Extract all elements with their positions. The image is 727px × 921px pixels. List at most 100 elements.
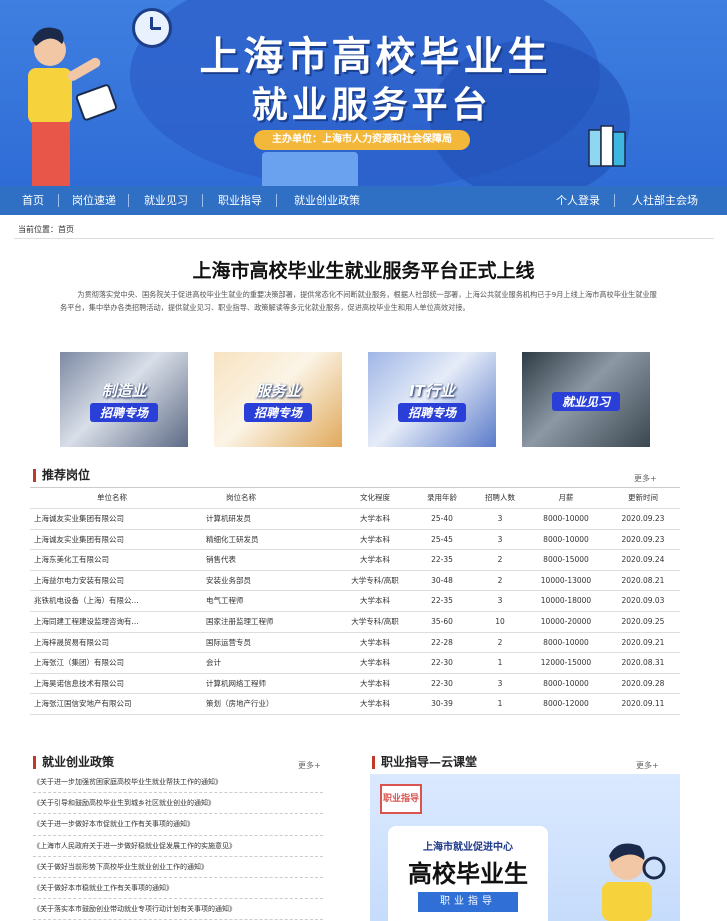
nav-divider [58, 194, 59, 207]
table-cell: 策划（房地产行业） [206, 699, 274, 709]
table-cell: 上海张江（集团）有限公司 [34, 658, 124, 668]
table-cell: 大学本科 [360, 637, 390, 647]
table-cell: 上海诚友实业集团有限公司 [34, 514, 124, 523]
policies-more-link[interactable]: 更多+ [298, 760, 321, 771]
column-header: 录用年龄 [427, 493, 457, 502]
table-cell: 2020.09.23 [621, 514, 665, 523]
nav-divider [276, 194, 277, 207]
column-header: 招聘人数 [485, 493, 515, 502]
table-cell: 电气工程师 [206, 596, 244, 606]
table-row[interactable]: 上海诚友实业集团有限公司 精细化工研发员 大学本科 25-45 3 8000-10000 2… [30, 530, 680, 551]
table-cell: 计算机研发员 [206, 514, 251, 523]
policy-list: 《关于进一步加强贫困家庭高校毕业生就业帮扶工作的通知》 《关于引导和鼓励高校毕业生… [33, 772, 323, 921]
table-row[interactable]: 上海益尔电力安装有限公司 安装业务部员 大学专科/高职 30-48 2 10000-130… [30, 571, 680, 592]
nav-divider [202, 194, 203, 207]
table-cell: 2020.09.21 [621, 637, 665, 647]
guidance-more-link[interactable]: 更多+ [636, 760, 659, 771]
table-row[interactable]: 上海同建工程建设监理咨询有... 国家注册监理工程师 大学专科/高职 35-60 10 1… [30, 612, 680, 633]
table-cell: 上海同建工程建设监理咨询有... [34, 616, 139, 626]
table-cell: 10000-20000 [540, 616, 592, 626]
table-cell: 10 [495, 616, 505, 626]
table-cell: 精细化工研发员 [206, 534, 259, 544]
policy-link[interactable]: 《关于进一步做好本市促就业工作有关事项的通知》 [33, 814, 323, 836]
table-cell: 2 [497, 575, 503, 585]
promo-card-label: IT行业 招聘专场 [378, 380, 486, 422]
table-cell: 3 [497, 514, 503, 523]
promo-card-service[interactable]: 服务业 招聘专场 [214, 352, 342, 447]
promo-card-internship[interactable]: 就业见习 [522, 352, 650, 447]
table-cell: 2020.09.28 [621, 678, 665, 688]
table-cell: 3 [497, 678, 503, 688]
table-cell: 1 [497, 658, 503, 668]
table-cell: 22-28 [431, 637, 453, 647]
nav-personal-login[interactable]: 个人登录 [556, 186, 600, 215]
table-row[interactable]: 上海诚友实业集团有限公司 计算机研发员 大学本科 25-40 3 8000-10000 20… [30, 509, 680, 530]
breadcrumb: 当前位置：首页 [18, 225, 74, 234]
table-cell: 兆铁机电设备（上海）有限公... [34, 596, 139, 606]
table-row[interactable]: 兆铁机电设备（上海）有限公... 电气工程师 大学本科 22-35 3 10000-180… [30, 591, 680, 612]
table-row[interactable]: 上海梓晟贸易有限公司 国际运营专员 大学本科 22-28 2 8000-10000 2020… [30, 633, 680, 654]
policy-link[interactable]: 《上海市人民政府关于进一步做好稳就业促发展工作的实施意见》 [33, 836, 323, 857]
table-cell: 大学本科 [360, 658, 390, 668]
table-cell: 8000-15000 [543, 555, 589, 565]
table-cell: 安装业务部员 [206, 575, 251, 585]
nav-career-guidance[interactable]: 职业指导 [218, 186, 262, 215]
table-row[interactable]: 上海东美化工有限公司 销售代表 大学本科 22-35 2 8000-15000 2020.0… [30, 550, 680, 571]
laptop-illustration [262, 152, 358, 186]
page-title: 上海市高校毕业生就业服务平台正式上线 [192, 260, 535, 282]
table-row[interactable]: 上海张江（集团）有限公司 会计 大学本科 22-30 1 12000-15000 2020.… [30, 653, 680, 674]
policy-link[interactable]: 《关于做好本市稳就业工作有关事项的通知》 [33, 878, 323, 900]
table-cell: 上海昊诺信息技术有限公司 [34, 678, 124, 688]
table-cell: 25-45 [431, 534, 453, 544]
table-cell: 35-60 [431, 616, 453, 626]
column-header: 月薪 [558, 493, 574, 502]
promo-card-subtitle: 招聘专场 [89, 403, 158, 422]
table-cell: 会计 [206, 658, 221, 668]
table-cell: 2 [497, 555, 503, 565]
table-cell: 3 [497, 596, 503, 606]
table-cell: 25-40 [431, 514, 453, 523]
policy-link[interactable]: 《关于进一步加强贫困家庭高校毕业生就业帮扶工作的通知》 [33, 772, 323, 794]
table-row[interactable]: 上海张江国信安地产有限公司 策划（房地产行业） 大学本科 30-39 1 8000-120… [30, 694, 680, 715]
policy-link[interactable]: 《关于引导和鼓励高校毕业生到城乡社区就业创业的通知》 [33, 793, 323, 815]
table-cell: 2020.09.23 [621, 534, 665, 544]
column-header: 更新时间 [628, 493, 658, 502]
table-cell: 计算机网络工程师 [206, 678, 266, 688]
career-guidance-logo: 职业指导 [380, 784, 422, 814]
promo-card-manufacturing[interactable]: 制造业 招聘专场 [60, 352, 188, 447]
section-title-career-guidance: 职业指导—云课堂 [372, 756, 477, 769]
table-cell: 2020.08.31 [621, 658, 665, 668]
table-cell: 上海诚友实业集团有限公司 [34, 534, 124, 544]
career-guidance-subheading: 职业指导 [418, 892, 518, 912]
nav-job-express[interactable]: 岗位速递 [72, 186, 116, 215]
nav-employment-policy[interactable]: 就业创业政策 [294, 186, 360, 215]
career-guidance-panel: 上海市就业促进中心 高校毕业生 职业指导 [388, 826, 548, 921]
nav-home[interactable]: 首页 [22, 186, 44, 215]
career-guidance-cover[interactable]: 职业指导 上海市就业促进中心 高校毕业生 职业指导 [370, 774, 680, 921]
table-cell: 2020.09.11 [621, 699, 665, 709]
table-cell: 2 [497, 637, 503, 647]
policy-link[interactable]: 《关于做好当前形势下高校毕业生就业创业工作的通知》 [33, 857, 323, 878]
nav-internship[interactable]: 就业见习 [144, 186, 188, 215]
promo-card-subtitle: 招聘专场 [243, 403, 312, 422]
policy-link[interactable]: 《关于落实本市鼓励创业带动就业专项行动计划有关事项的通知》 [33, 899, 323, 921]
table-cell: 大学本科 [360, 678, 390, 688]
table-cell: 大学专科/高职 [351, 575, 399, 585]
recommended-jobs-more-link[interactable]: 更多+ [634, 473, 657, 484]
column-header: 单位名称 [97, 493, 127, 502]
table-cell: 22-30 [431, 658, 453, 668]
table-cell: 8000-10000 [543, 678, 589, 688]
header-banner: 上海市高校毕业生 就业服务平台 主办单位：上海市人力资源和社会保障局 [0, 0, 727, 186]
table-cell: 2020.09.24 [621, 555, 665, 565]
table-row[interactable]: 上海昊诺信息技术有限公司 计算机网络工程师 大学本科 22-30 3 8000-10000… [30, 674, 680, 695]
promo-card-it[interactable]: IT行业 招聘专场 [368, 352, 496, 447]
table-cell: 大学本科 [360, 555, 390, 565]
nav-mohrss-main-venue[interactable]: 人社部主会场 [632, 186, 698, 215]
promo-card-label: 就业见习 [532, 390, 640, 411]
table-cell: 大学本科 [360, 699, 390, 709]
career-guidance-heading: 高校毕业生 [408, 859, 528, 888]
table-cell: 30-48 [431, 575, 453, 585]
table-cell: 22-35 [431, 555, 453, 565]
career-guidance-org: 上海市就业促进中心 [423, 842, 513, 853]
teacher-with-magnifier-illustration [602, 843, 666, 921]
